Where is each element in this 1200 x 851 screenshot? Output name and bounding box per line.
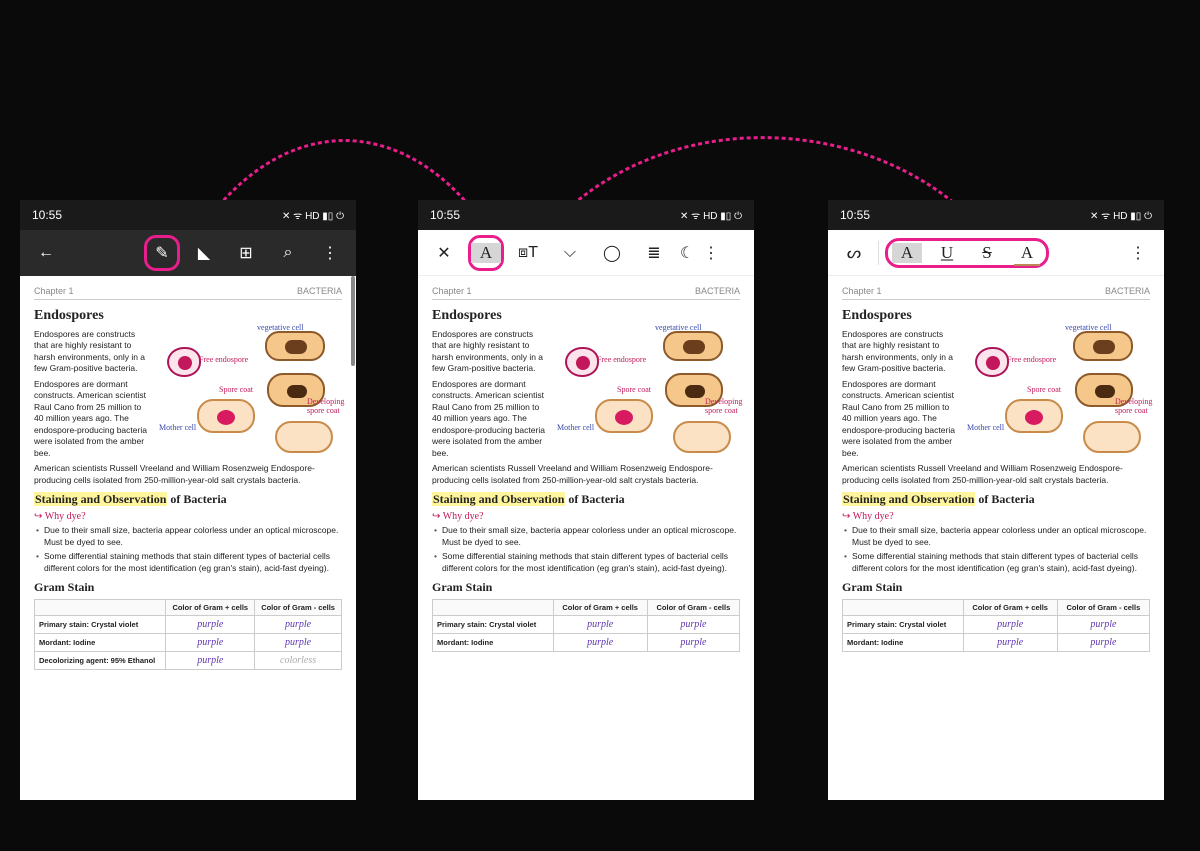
bullet-2: Some differential staining methods that … <box>44 551 342 574</box>
annotate-toolbar: ✕ A ⧈T ⌵ ◯ ≣ ☾ ⋮ <box>418 230 754 276</box>
status-bar: 10:55 ✕ ᯤ HD ▮▯ ⏻ <box>20 200 356 230</box>
para-3: American scientists Russell Vreeland and… <box>432 463 740 486</box>
divider <box>878 241 879 265</box>
heading-endospores: Endospores <box>842 308 1150 324</box>
text-style-group: A U S A <box>885 238 1049 268</box>
endospore-diagram: vegetative cell Free endospore Spore coa… <box>157 329 342 459</box>
para-3: American scientists Russell Vreeland and… <box>34 463 342 486</box>
screen-3: 10:55 ✕ ᯤ HD ▮▯ ⏻ ᔕ A U S A ⋮ Chapter 1 … <box>828 200 1164 800</box>
heading-staining: Staining and Observation of Bacteria <box>34 492 342 507</box>
text-style-toolbar: ᔕ A U S A ⋮ <box>828 230 1164 276</box>
status-icons: ✕ ᯤ HD ▮▯ ⏻ <box>1090 208 1152 222</box>
para-3: American scientists Russell Vreeland and… <box>842 463 1150 486</box>
label-vegetative: vegetative cell <box>257 323 303 332</box>
subject-label: BACTERIA <box>1105 286 1150 296</box>
squiggle-style-button[interactable]: A <box>1012 243 1042 263</box>
status-icons: ✕ ᯤ HD ▮▯ ⏻ <box>282 208 344 222</box>
heading-staining: Staining and Observation of Bacteria <box>842 492 1150 507</box>
label-free: Free endospore <box>199 355 248 364</box>
handwritten-why: ↪ Why dye? <box>842 511 1150 522</box>
subject-label: BACTERIA <box>297 286 342 296</box>
main-toolbar: ← ✎ ◣ ⊞ ⌕ ⋮ <box>20 230 356 276</box>
handwritten-why: ↪ Why dye? <box>34 511 342 522</box>
status-time: 10:55 <box>840 208 870 222</box>
endospore-diagram: vegetative cell Free endospore Spore coa… <box>965 329 1150 459</box>
heading-gram: Gram Stain <box>842 580 1150 595</box>
highlight-style-button[interactable]: A <box>892 243 922 263</box>
document-view[interactable]: Chapter 1 BACTERIA Endospores Endospores… <box>828 276 1164 800</box>
status-bar: 10:55 ✕ ᯤ HD ▮▯ ⏻ <box>418 200 754 230</box>
heading-gram: Gram Stain <box>432 580 740 595</box>
more-button[interactable]: ⋮ <box>1120 235 1156 271</box>
textbox-button[interactable]: ⧈T <box>510 235 546 271</box>
chapter-label: Chapter 1 <box>34 286 74 296</box>
status-icons: ✕ ᯤ HD ▮▯ ⏻ <box>680 208 742 222</box>
dark-mode-button[interactable]: ☾ <box>678 235 696 271</box>
search-button[interactable]: ⌕ <box>270 235 306 271</box>
para-2: Endospores are dormant constructs. Ameri… <box>34 379 151 459</box>
heading-gram: Gram Stain <box>34 580 342 595</box>
underline-style-button[interactable]: U <box>932 243 962 263</box>
endospore-diagram: vegetative cell Free endospore Spore coa… <box>555 329 740 459</box>
para-2: Endospores are dormant constructs. Ameri… <box>842 379 959 459</box>
document-view[interactable]: Chapter 1 BACTERIA Endospores Endospores… <box>418 276 754 800</box>
status-bar: 10:55 ✕ ᯤ HD ▮▯ ⏻ <box>828 200 1164 230</box>
bullet-2: Some differential staining methods that … <box>852 551 1150 574</box>
para-1: Endospores are constructs that are highl… <box>842 329 959 375</box>
more-button[interactable]: ⋮ <box>702 235 720 271</box>
gram-table: Color of Gram + cellsColor of Gram - cel… <box>842 599 1150 652</box>
para-1: Endospores are constructs that are highl… <box>432 329 549 375</box>
more-button[interactable]: ⋮ <box>312 235 348 271</box>
note-button[interactable]: ≣ <box>636 235 672 271</box>
bullet-2: Some differential staining methods that … <box>442 551 740 574</box>
gram-table: Color of Gram + cellsColor of Gram - cel… <box>34 599 342 670</box>
heading-endospores: Endospores <box>34 308 342 324</box>
chapter-label: Chapter 1 <box>842 286 882 296</box>
screen-1: 10:55 ✕ ᯤ HD ▮▯ ⏻ ← ✎ ◣ ⊞ ⌕ ⋮ Chapter 1 … <box>20 200 356 800</box>
chapter-label: Chapter 1 <box>432 286 472 296</box>
lasso-button[interactable]: ◯ <box>594 235 630 271</box>
grid-button[interactable]: ⊞ <box>228 235 264 271</box>
label-sporecoat: Spore coat <box>219 385 253 394</box>
strikethrough-style-button[interactable]: S <box>972 243 1002 263</box>
shape-button[interactable]: ◣ <box>186 235 222 271</box>
screen-2: 10:55 ✕ ᯤ HD ▮▯ ⏻ ✕ A ⧈T ⌵ ◯ ≣ ☾ ⋮ Chapt… <box>418 200 754 800</box>
annotate-button[interactable]: ✎ <box>144 235 180 271</box>
label-developing: Developing spore coat <box>307 397 356 415</box>
close-button[interactable]: ✕ <box>426 235 462 271</box>
document-view[interactable]: Chapter 1 BACTERIA Endospores Endospores… <box>20 276 356 800</box>
bullet-1: Due to their small size, bacteria appear… <box>852 525 1150 548</box>
label-mother: Mother cell <box>159 423 196 432</box>
heading-endospores: Endospores <box>432 308 740 324</box>
text-highlight-button[interactable]: A <box>468 235 504 271</box>
bullet-1: Due to their small size, bacteria appear… <box>44 525 342 548</box>
status-time: 10:55 <box>32 208 62 222</box>
back-button[interactable]: ← <box>28 235 64 271</box>
handwritten-why: ↪ Why dye? <box>432 511 740 522</box>
eraser-button[interactable]: ⌵ <box>552 235 588 271</box>
status-time: 10:55 <box>430 208 460 222</box>
para-2: Endospores are dormant constructs. Ameri… <box>432 379 549 459</box>
subject-label: BACTERIA <box>695 286 740 296</box>
bullet-1: Due to their small size, bacteria appear… <box>442 525 740 548</box>
heading-staining: Staining and Observation of Bacteria <box>432 492 740 507</box>
freehand-button[interactable]: ᔕ <box>836 235 872 271</box>
gram-table: Color of Gram + cellsColor of Gram - cel… <box>432 599 740 652</box>
para-1: Endospores are constructs that are highl… <box>34 329 151 375</box>
